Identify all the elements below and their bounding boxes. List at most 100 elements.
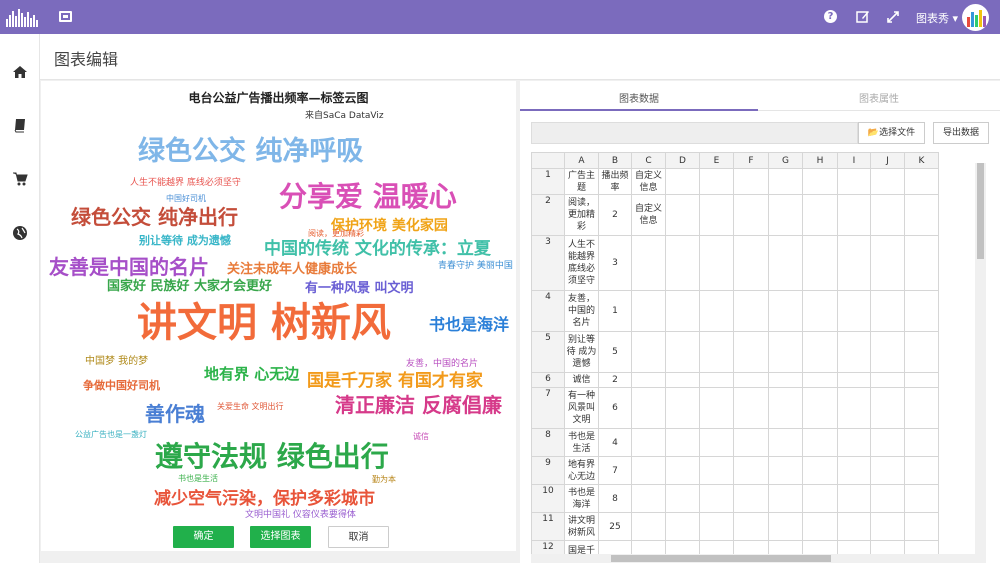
table-cell[interactable] [733,512,769,541]
table-cell[interactable] [631,387,666,429]
menu-toggle-icon[interactable] [59,11,72,22]
table-cell[interactable]: 2 [598,194,632,236]
table-cell[interactable] [802,168,838,195]
table-cell[interactable] [802,235,838,291]
ok-button[interactable]: 确定 [173,526,234,548]
column-header[interactable]: E [699,152,734,169]
table-cell[interactable]: 有一种风景叫文明 [564,387,599,429]
help-icon[interactable]: ? [824,10,837,23]
table-cell[interactable] [631,428,666,457]
table-cell[interactable]: 2 [598,372,632,388]
table-cell[interactable] [699,372,734,388]
table-cell[interactable] [870,290,905,332]
table-cell[interactable] [768,235,803,291]
table-cell[interactable] [768,512,803,541]
table-cell[interactable] [904,484,939,513]
row-header[interactable]: 8 [531,428,565,457]
table-cell[interactable] [733,387,769,429]
table-cell[interactable] [665,512,700,541]
table-cell[interactable] [665,168,700,195]
table-cell[interactable]: 人生不能越界底线必须坚守 [564,235,599,291]
table-cell[interactable] [802,540,838,554]
horizontal-scroll-thumb[interactable] [611,555,831,562]
table-cell[interactable] [904,372,939,388]
table-cell[interactable] [631,290,666,332]
table-cell[interactable] [837,290,871,332]
table-cell[interactable] [837,456,871,485]
table-cell[interactable]: 6 [598,387,632,429]
table-cell[interactable] [837,168,871,195]
table-cell[interactable] [699,194,734,236]
table-cell[interactable] [631,540,666,554]
table-cell[interactable] [904,168,939,195]
table-cell[interactable] [733,168,769,195]
table-cell[interactable] [665,372,700,388]
table-cell[interactable] [870,540,905,554]
table-cell[interactable] [904,235,939,291]
table-cell[interactable] [904,331,939,373]
table-cell[interactable] [904,428,939,457]
table-cell[interactable] [699,168,734,195]
table-cell[interactable]: 阅读，更加精彩 [564,194,599,236]
table-cell[interactable] [733,194,769,236]
table-cell[interactable]: 4 [598,428,632,457]
table-cell[interactable] [904,540,939,554]
table-cell[interactable] [699,235,734,291]
table-cell[interactable] [665,428,700,457]
row-header[interactable]: 9 [531,456,565,485]
column-header[interactable]: F [733,152,769,169]
table-cell[interactable]: 诚信 [564,372,599,388]
table-cell[interactable] [631,456,666,485]
table-cell[interactable] [837,484,871,513]
table-cell[interactable] [665,387,700,429]
row-header[interactable]: 7 [531,387,565,429]
row-header[interactable]: 10 [531,484,565,513]
table-cell[interactable]: 书也是生活 [564,428,599,457]
table-cell[interactable]: 别让等待 成为遗憾 [564,331,599,373]
row-header[interactable]: 1 [531,168,565,195]
table-cell[interactable] [733,331,769,373]
home-icon[interactable] [12,64,28,80]
table-cell[interactable] [802,484,838,513]
table-cell[interactable] [699,484,734,513]
table-cell[interactable]: 书也是海洋 [564,484,599,513]
horizontal-scrollbar[interactable] [531,554,986,563]
table-cell[interactable]: 讲文明树新风 [564,512,599,541]
table-cell[interactable] [733,290,769,332]
table-cell[interactable] [768,484,803,513]
table-cell[interactable] [733,372,769,388]
table-cell[interactable] [870,387,905,429]
table-cell[interactable] [768,168,803,195]
table-cell[interactable] [733,428,769,457]
table-cell[interactable] [870,194,905,236]
table-cell[interactable] [768,372,803,388]
table-cell[interactable] [665,331,700,373]
table-cell[interactable] [768,456,803,485]
table-cell[interactable]: 25 [598,512,632,541]
table-cell[interactable]: 3 [598,235,632,291]
table-cell[interactable] [870,168,905,195]
table-cell[interactable]: 友善，中国的名片 [564,290,599,332]
row-header[interactable]: 2 [531,194,565,236]
table-cell[interactable] [837,331,871,373]
table-cell[interactable] [837,372,871,388]
table-cell[interactable] [870,512,905,541]
table-cell[interactable] [699,387,734,429]
table-cell[interactable] [699,512,734,541]
table-cell[interactable]: 5 [598,331,632,373]
table-cell[interactable] [768,540,803,554]
table-cell[interactable] [768,290,803,332]
column-header[interactable]: J [870,152,905,169]
globe-icon[interactable] [12,225,28,241]
table-cell[interactable] [837,235,871,291]
table-cell[interactable]: 自定义信息 [631,168,666,195]
column-header[interactable]: C [631,152,666,169]
cart-icon[interactable] [12,171,28,187]
table-cell[interactable] [598,540,632,554]
table-cell[interactable] [631,235,666,291]
table-cell[interactable] [837,512,871,541]
column-header[interactable]: I [837,152,871,169]
table-cell[interactable] [904,456,939,485]
table-cell[interactable]: 8 [598,484,632,513]
table-cell[interactable] [699,540,734,554]
